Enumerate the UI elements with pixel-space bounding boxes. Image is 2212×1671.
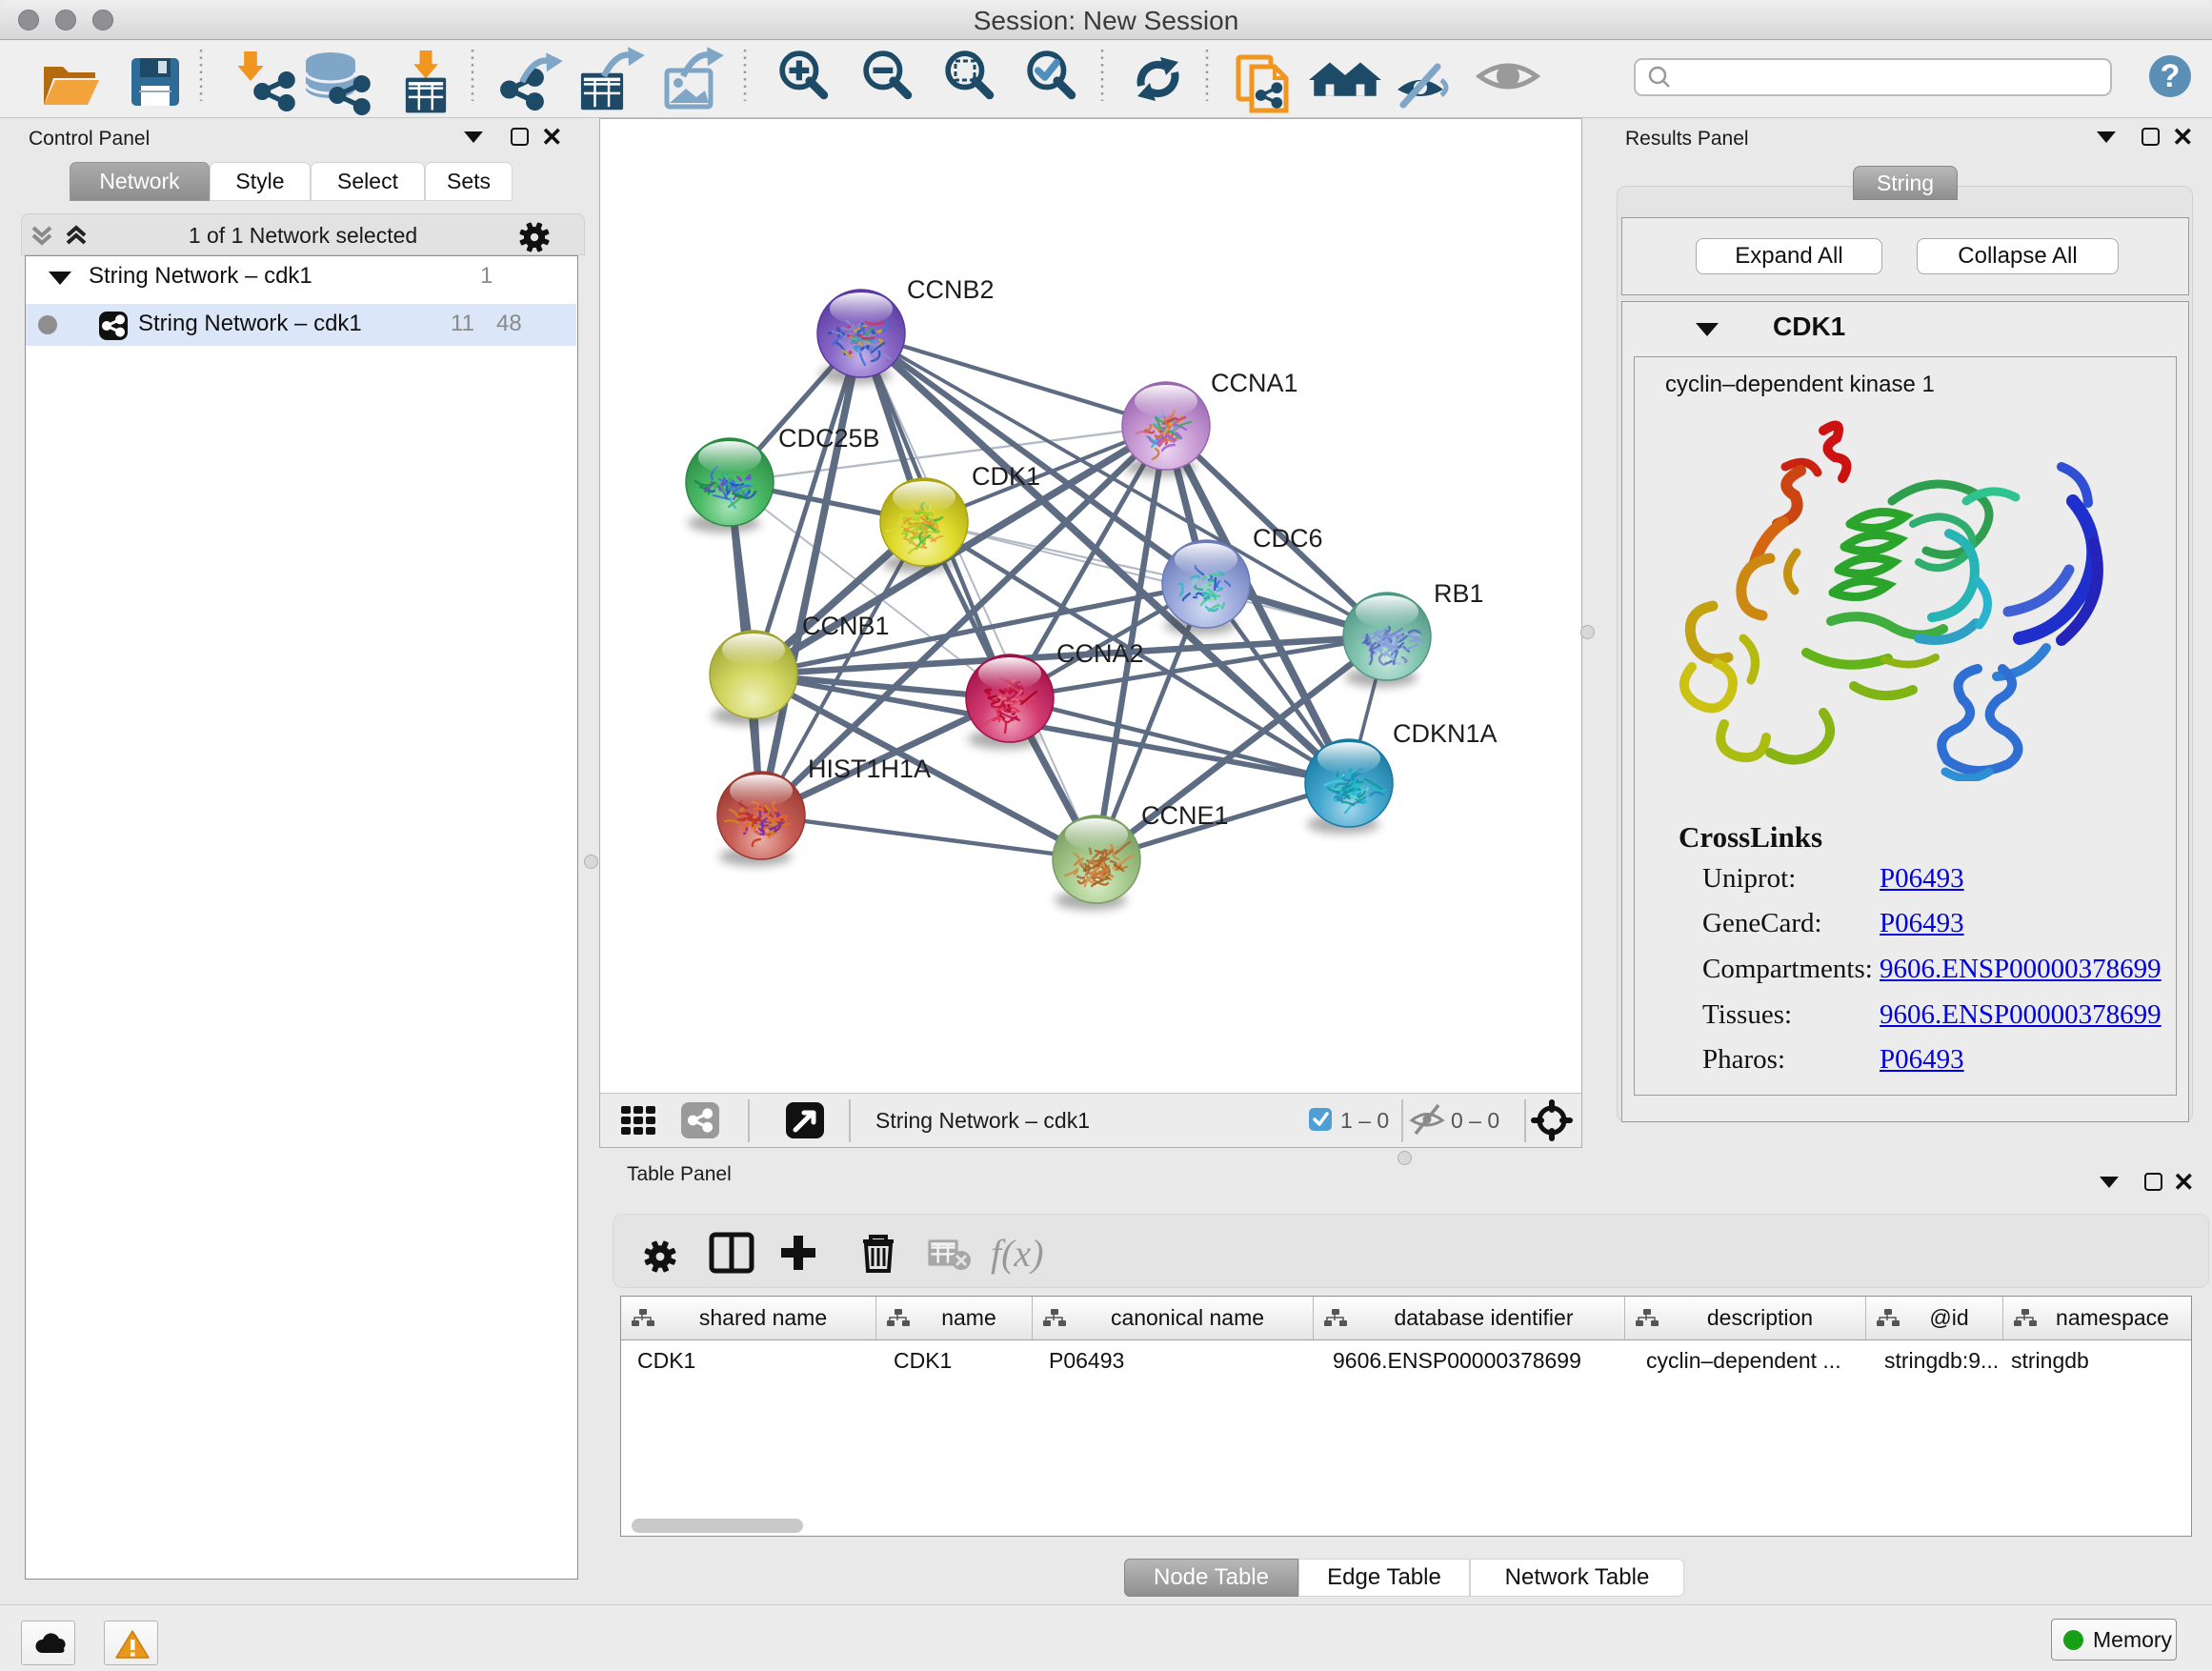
svg-text:String Network – cdk1: String Network – cdk1 [875,1108,1090,1133]
svg-text:CCNB2: CCNB2 [907,275,995,304]
svg-text:0 – 0: 0 – 0 [1451,1108,1499,1133]
svg-text:CDC25B: CDC25B [778,424,880,453]
svg-text:CCNE1: CCNE1 [1141,801,1229,830]
svg-text:RB1: RB1 [1434,579,1484,608]
svg-text:CCNB1: CCNB1 [802,612,890,640]
svg-text:1 – 0: 1 – 0 [1340,1108,1389,1133]
svg-text:?: ? [2161,58,2181,94]
svg-text:HIST1H1A: HIST1H1A [808,755,931,783]
svg-text:CDKN1A: CDKN1A [1393,719,1498,748]
svg-text:CCNA1: CCNA1 [1211,369,1298,397]
svg-text:CDC6: CDC6 [1253,524,1323,553]
svg-text:f(x): f(x) [991,1232,1044,1275]
svg-text:CDK1: CDK1 [972,462,1040,491]
svg-text:CCNA2: CCNA2 [1056,639,1144,668]
